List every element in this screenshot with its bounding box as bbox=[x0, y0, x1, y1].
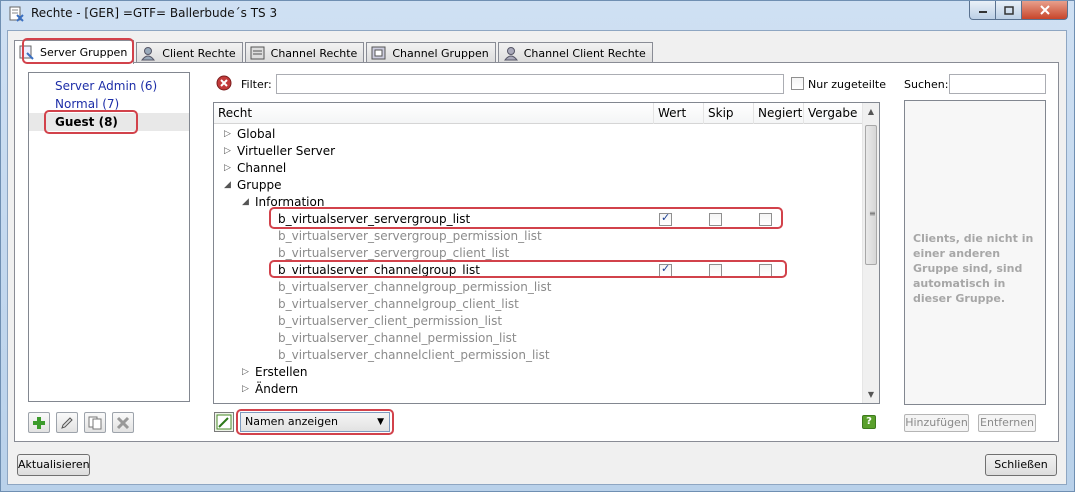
tree-row[interactable]: b_virtualserver_servergroup_permission_l… bbox=[214, 228, 654, 245]
tree-row-label: Erstellen bbox=[255, 365, 308, 379]
pencil-icon bbox=[61, 416, 73, 429]
delete-group-button[interactable] bbox=[112, 412, 134, 433]
annotation-servergroup-list-highlight bbox=[269, 207, 783, 229]
tab-label: Channel Gruppen bbox=[392, 46, 489, 60]
column-header-value[interactable]: Wert bbox=[654, 103, 704, 124]
maximize-button[interactable] bbox=[996, 1, 1022, 20]
tab-channel-rights[interactable]: Channel Rechte bbox=[244, 42, 365, 63]
tab-channel-groups[interactable]: Channel Gruppen bbox=[366, 42, 496, 63]
tree-row-label: b_virtualserver_servergroup_permission_l… bbox=[278, 229, 542, 243]
tree-row[interactable]: b_virtualserver_client_permission_list bbox=[214, 313, 654, 330]
tree-row-label: b_virtualserver_channelgroup_client_list bbox=[278, 297, 519, 311]
delete-icon bbox=[116, 416, 130, 429]
annotation-channelgroup-list-highlight bbox=[269, 260, 787, 278]
expand-arrow-icon[interactable]: ▷ bbox=[242, 381, 249, 398]
filter-input[interactable] bbox=[276, 74, 784, 94]
only-assigned-checkbox[interactable] bbox=[791, 77, 804, 90]
expand-arrow-icon[interactable]: ▷ bbox=[224, 126, 231, 143]
close-icon bbox=[1039, 5, 1050, 15]
help-icon[interactable]: ? bbox=[862, 415, 876, 429]
permission-tree[interactable]: Recht Wert Skip Negiert Vergabe ▷ Global ▷… bbox=[213, 102, 880, 404]
minimize-button[interactable] bbox=[969, 1, 996, 20]
tree-row[interactable]: ▷ Ändern bbox=[214, 381, 654, 398]
tree-row-label: Ändern bbox=[255, 382, 299, 396]
search-label: Suchen: bbox=[904, 78, 949, 91]
client-list[interactable]: Clients, die nicht in einer anderen Grup… bbox=[904, 100, 1046, 405]
expand-arrow-icon[interactable]: ▷ bbox=[224, 160, 231, 177]
view-toggle-button[interactable] bbox=[214, 412, 234, 432]
tree-row[interactable]: ▷ Virtueller Server bbox=[214, 143, 654, 160]
add-client-button[interactable]: Hinzufügen bbox=[904, 414, 969, 432]
annotation-combo-highlight bbox=[236, 409, 394, 435]
group-item-server-admin[interactable]: Server Admin (6) bbox=[29, 77, 189, 95]
copy-group-button[interactable] bbox=[84, 412, 106, 433]
tree-row[interactable]: ▷ Channel bbox=[214, 160, 654, 177]
expand-arrow-icon[interactable]: ▷ bbox=[242, 364, 249, 381]
tree-row[interactable]: b_virtualserver_channelgroup_permission_… bbox=[214, 279, 654, 296]
tree-row[interactable]: b_virtualserver_channel_permission_list bbox=[214, 330, 654, 347]
maximize-icon bbox=[1003, 5, 1014, 15]
expand-arrow-icon[interactable]: ▷ bbox=[224, 143, 231, 160]
tree-row-label: b_virtualserver_channelclient_permission… bbox=[278, 348, 550, 362]
tree-header: Recht Wert Skip Negiert Vergabe bbox=[214, 103, 864, 124]
tree-row-label: Channel bbox=[237, 161, 287, 175]
title-bar[interactable]: Rechte - [GER] =GTF= Ballerbude´s TS 3 bbox=[1, 1, 1074, 27]
window-title: Rechte - [GER] =GTF= Ballerbude´s TS 3 bbox=[31, 6, 278, 20]
tree-row-label: Virtueller Server bbox=[237, 144, 336, 158]
search-input[interactable] bbox=[949, 74, 1046, 94]
edit-view-icon bbox=[216, 414, 232, 430]
column-header-negated[interactable]: Negiert bbox=[754, 103, 804, 124]
copy-icon bbox=[88, 416, 102, 429]
clear-filter-icon[interactable] bbox=[216, 75, 232, 91]
tree-row-label: b_virtualserver_channel_permission_list bbox=[278, 331, 517, 345]
tab-label: Channel Rechte bbox=[270, 46, 358, 60]
channel-groups-icon bbox=[371, 46, 386, 59]
plus-icon bbox=[33, 416, 45, 429]
channel-icon bbox=[250, 46, 265, 59]
channel-client-icon bbox=[503, 46, 518, 60]
scroll-thumb[interactable]: ≡ bbox=[865, 125, 877, 265]
client-icon bbox=[141, 46, 156, 60]
minimize-icon bbox=[978, 11, 987, 13]
tree-row-label: Gruppe bbox=[237, 178, 282, 192]
scroll-down-button[interactable]: ▼ bbox=[863, 386, 879, 403]
tree-row-label: b_virtualserver_client_permission_list bbox=[278, 314, 503, 328]
collapse-arrow-icon[interactable]: ◢ bbox=[224, 177, 231, 194]
tab-client-rights[interactable]: Client Rechte bbox=[136, 42, 243, 63]
tree-row-label: Global bbox=[237, 127, 276, 141]
column-header-right[interactable]: Recht bbox=[214, 103, 654, 124]
add-group-button[interactable] bbox=[28, 412, 50, 433]
tree-row[interactable]: b_virtualserver_channelclient_permission… bbox=[214, 347, 654, 364]
tree-row[interactable]: b_virtualserver_channelgroup_client_list bbox=[214, 296, 654, 313]
tab-channel-client-rights[interactable]: Channel Client Rechte bbox=[497, 42, 653, 63]
rename-group-button[interactable] bbox=[56, 412, 78, 433]
tree-row-label: b_virtualserver_channelgroup_permission_… bbox=[278, 280, 552, 294]
scroll-up-button[interactable]: ▲ bbox=[863, 103, 879, 120]
tree-scrollbar[interactable]: ▲ ≡ ▼ bbox=[862, 103, 879, 403]
tab-label: Client Rechte bbox=[162, 46, 236, 60]
collapse-arrow-icon[interactable]: ◢ bbox=[242, 194, 249, 211]
refresh-button[interactable]: Aktualisieren bbox=[17, 454, 90, 476]
tree-row[interactable]: ◢ Gruppe bbox=[214, 177, 654, 194]
remove-client-button[interactable]: Entfernen bbox=[978, 414, 1036, 432]
column-header-skip[interactable]: Skip bbox=[704, 103, 754, 124]
filter-label: Filter: bbox=[241, 78, 272, 91]
close-button[interactable]: Schließen bbox=[985, 454, 1057, 476]
tree-row[interactable]: ▷ Erstellen bbox=[214, 364, 654, 381]
close-window-button[interactable] bbox=[1022, 1, 1068, 20]
clients-note: Clients, die nicht in einer anderen Grup… bbox=[913, 232, 1034, 305]
tab-label: Channel Client Rechte bbox=[523, 46, 646, 60]
scroll-grip-icon: ≡ bbox=[869, 209, 876, 218]
group-actions bbox=[28, 412, 134, 433]
annotation-tab-highlight bbox=[22, 38, 134, 64]
permissions-app-icon bbox=[9, 6, 24, 22]
tree-row[interactable]: ▷ Global bbox=[214, 126, 654, 143]
column-header-grant[interactable]: Vergabe bbox=[804, 103, 864, 124]
only-assigned-label: Nur zugeteilte bbox=[808, 78, 886, 91]
annotation-guest-highlight bbox=[44, 110, 138, 134]
